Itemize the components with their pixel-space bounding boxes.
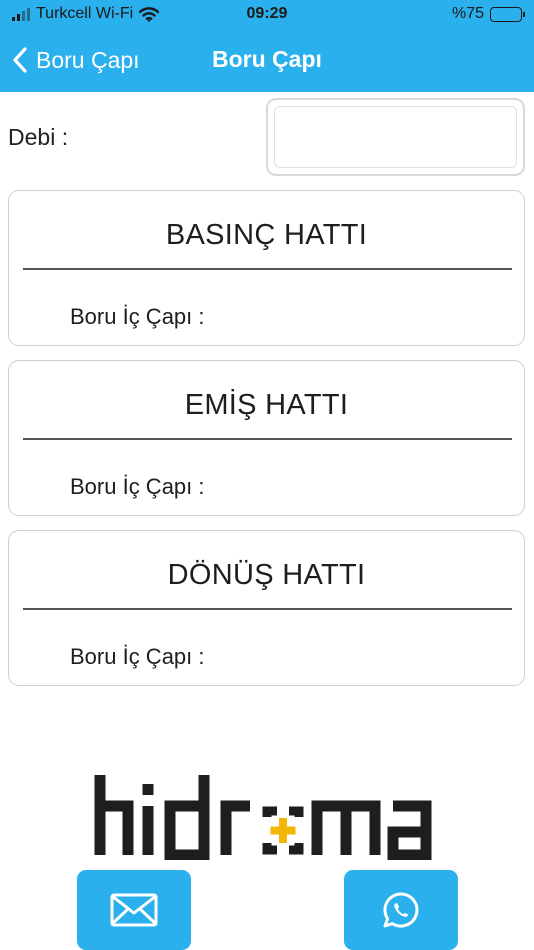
inner-diameter-label: Boru İç Çapı :: [70, 474, 205, 499]
mail-icon: [110, 893, 158, 927]
back-button[interactable]: Boru Çapı: [12, 43, 140, 77]
basinc-hatti-card: BASINÇ HATTI Boru İç Çapı :: [8, 190, 525, 346]
email-button[interactable]: [77, 870, 191, 950]
battery-icon: [490, 6, 525, 22]
back-button-label: Boru Çapı: [36, 46, 140, 73]
inner-diameter-label: Boru İç Çapı :: [70, 304, 205, 329]
section-title: EMİŞ HATTI: [184, 389, 349, 421]
page-title: Boru Çapı: [212, 46, 322, 72]
chevron-left-icon: [13, 47, 27, 73]
donus-hatti-card: DÖNÜŞ HATTI Boru İç Çapı :: [8, 530, 525, 686]
debi-field-frame: [266, 98, 525, 176]
app-header: Turkcell Wi-Fi 09:29 %75 Boru Çapı Boru …: [0, 0, 534, 92]
emis-hatti-card: EMİŞ HATTI Boru İç Çapı :: [8, 360, 525, 516]
hidroman-logo: [94, 775, 432, 860]
inner-diameter-label: Boru İç Çapı :: [70, 644, 205, 669]
battery-percent: %75: [451, 5, 484, 22]
section-title: BASINÇ HATTI: [165, 219, 368, 251]
status-right: %75: [451, 5, 525, 23]
debi-label: Debi :: [8, 124, 69, 150]
section-divider: [23, 438, 512, 440]
section-title: DÖNÜŞ HATTI: [167, 559, 366, 591]
section-divider: [23, 608, 512, 610]
status-bar: Turkcell Wi-Fi 09:29 %75: [0, 0, 534, 30]
section-divider: [23, 268, 512, 270]
whatsapp-icon: [383, 892, 419, 928]
whatsapp-button[interactable]: [344, 870, 458, 950]
debi-input[interactable]: [274, 106, 517, 168]
